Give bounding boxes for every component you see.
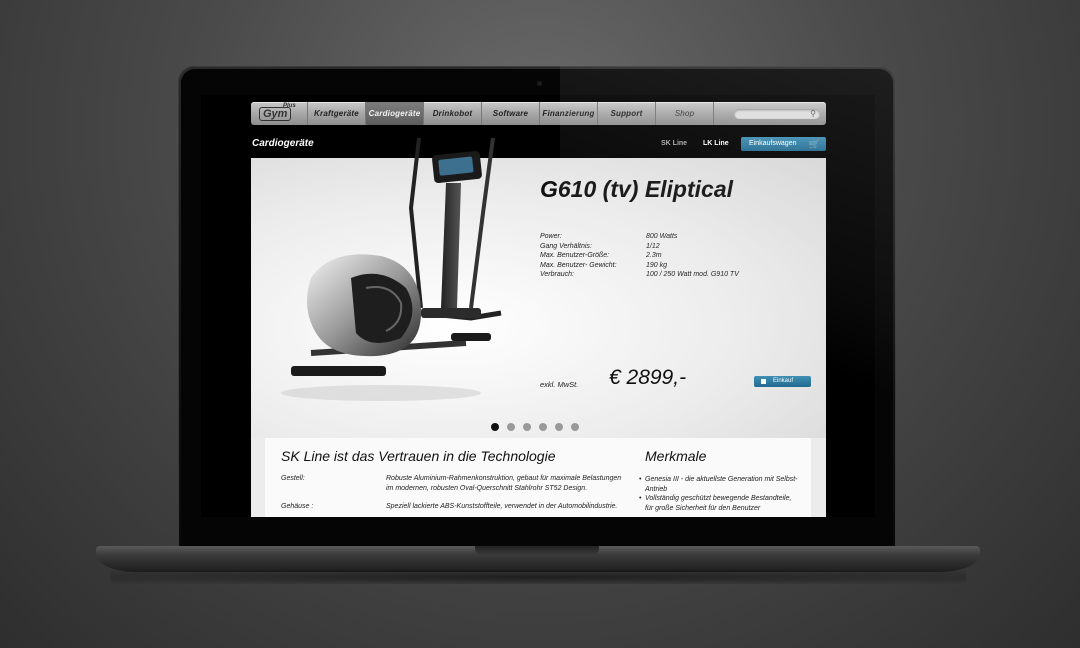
nav-item-kraftgeraete[interactable]: Kraftgeräte (308, 102, 366, 125)
spec-label: Max. Benutzer-Größe: (540, 252, 610, 259)
camera (537, 81, 542, 86)
carousel-dot[interactable] (523, 423, 531, 431)
spec-row: Max. Benutzer- Gewicht: 190 kg (540, 261, 739, 271)
spec-list: Power: 800 Watts Gang Verhältnis: 1/12 M… (540, 232, 739, 280)
carousel-dot[interactable] (507, 423, 515, 431)
cart-button-label: Einkaufswagen (749, 140, 797, 147)
features-list: Genesia III - die aktuellste Generation … (639, 475, 799, 513)
elliptical-machine-image (281, 138, 502, 401)
product-hero: G610 (tv) Eliptical Power: 800 Watts Gan… (251, 138, 826, 438)
spec-row: Gang Verhältnis: 1/12 (540, 242, 739, 252)
spec-value: 2.3m (646, 252, 662, 259)
buy-checkbox-icon (761, 379, 766, 384)
logo-superscript: Plus (283, 103, 296, 109)
spec-row: Max. Benutzer-Größe: 2.3m (540, 251, 739, 261)
product-price: € 2899,- (609, 366, 687, 389)
spec-value: 1/12 (646, 242, 660, 250)
product-title: G610 (tv) Eliptical (540, 176, 734, 202)
detail-text: Speziell lackierte ABS-Kunststoffteile, … (386, 503, 618, 510)
spec-label: Gang Verhältnis: (540, 242, 592, 250)
features-heading: Merkmale (645, 448, 707, 464)
nav-item-drinkobot[interactable]: Drinkobot (424, 102, 482, 125)
carousel-dot[interactable] (539, 423, 547, 431)
detail-text: Robuste Aluminium-Rahmenkonstruktion, ge… (386, 475, 622, 492)
spec-value: 100 / 250 Watt mod. G910 TV (646, 271, 739, 278)
nav-item-finanzierung[interactable]: Finanzierung (540, 102, 598, 125)
carousel-dot[interactable] (571, 423, 579, 431)
laptop-screen: Gym Plus Kraftgeräte Cardiogeräte Drinko… (201, 95, 875, 517)
nav-item-software[interactable]: Software (482, 102, 540, 125)
details-card: SK Line ist das Vertrauen in die Technol… (265, 438, 811, 517)
feature-item: Genesia III - die aktuellste Generation … (639, 475, 799, 494)
logo[interactable]: Gym Plus (251, 102, 308, 125)
spec-label: Verbrauch: (540, 271, 574, 278)
laptop-notch (475, 546, 599, 556)
logo-text: Gym (259, 107, 292, 121)
laptop-shadow (110, 570, 966, 584)
spec-value: 190 kg (646, 261, 668, 269)
main-navigation: Gym Plus Kraftgeräte Cardiogeräte Drinko… (251, 102, 826, 125)
buy-button[interactable]: Einkauf (754, 376, 811, 387)
feature-item: Vollständig geschützt bewegende Bestandt… (639, 494, 799, 513)
cart-icon: 🛒 (808, 139, 820, 149)
carousel-dots (491, 423, 579, 431)
search-icon[interactable]: ⚲ (810, 109, 816, 119)
detail-label: Gehäuse : (281, 503, 314, 510)
detail-label: Gestell: (281, 475, 305, 482)
spec-row: Verbrauch: 100 / 250 Watt mod. G910 TV (540, 270, 739, 280)
details-heading: SK Line ist das Vertrauen in die Technol… (281, 448, 556, 464)
line-switcher: SK Line LK Line (661, 140, 729, 147)
carousel-dot[interactable] (491, 423, 499, 431)
nav-item-shop[interactable]: Shop (656, 102, 714, 125)
carousel-dot[interactable] (555, 423, 563, 431)
tax-note: exkl. MwSt. (540, 380, 579, 389)
spec-row: Power: 800 Watts (540, 232, 739, 242)
cart-button[interactable]: Einkaufswagen 🛒 (741, 137, 826, 151)
sk-line-link[interactable]: SK Line (661, 140, 687, 147)
lk-line-link[interactable]: LK Line (703, 140, 729, 147)
spec-label: Max. Benutzer- Gewicht: (540, 261, 617, 269)
spec-label: Power: (540, 233, 562, 240)
details-section: SK Line ist das Vertrauen in die Technol… (251, 438, 826, 517)
buy-button-label: Einkauf (773, 378, 794, 384)
search-input[interactable]: ⚲ (734, 108, 820, 119)
spec-value: 800 Watts (646, 233, 678, 240)
nav-item-support[interactable]: Support (598, 102, 656, 125)
nav-item-cardiogeraete[interactable]: Cardiogeräte (366, 102, 424, 125)
